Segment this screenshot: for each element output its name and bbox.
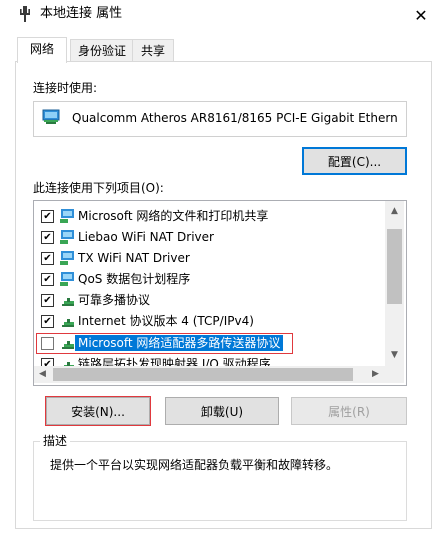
vertical-scrollbar[interactable]: ▲ ▼: [385, 201, 404, 366]
tab-network[interactable]: 网络: [17, 37, 67, 63]
items-listbox[interactable]: ✔ Microsoft 网络的文件和打印机共享 ✔ Liebao WiFi NA…: [33, 200, 407, 386]
install-highlight-outline: [45, 396, 151, 426]
tab-sharing[interactable]: 共享: [132, 39, 174, 62]
item-checkbox[interactable]: ✔: [41, 252, 54, 265]
network-client-icon: [60, 209, 74, 223]
connect-using-label: 连接时使用:: [33, 81, 98, 95]
network-client-icon: [60, 251, 74, 265]
horizontal-scroll-thumb[interactable]: [53, 368, 353, 381]
list-item-selected[interactable]: Microsoft 网络适配器多路传送器协议: [34, 333, 386, 354]
uninstall-button[interactable]: 卸载(U): [165, 397, 279, 425]
item-checkbox-unchecked[interactable]: [41, 337, 54, 350]
close-button[interactable]: ✕: [398, 0, 444, 30]
network-connection-icon: [20, 6, 30, 22]
vertical-scroll-thumb[interactable]: [387, 229, 402, 304]
items-label: 此连接使用下列项目(O):: [33, 181, 164, 195]
item-checkbox[interactable]: ✔: [41, 315, 54, 328]
description-group: [33, 441, 407, 521]
item-checkbox[interactable]: ✔: [41, 210, 54, 223]
scroll-right-icon[interactable]: ▶: [367, 366, 384, 383]
item-label: 可靠多播协议: [78, 293, 151, 307]
item-label: QoS 数据包计划程序: [78, 272, 191, 286]
protocol-icon: [62, 298, 74, 306]
item-checkbox[interactable]: ✔: [41, 294, 54, 307]
item-label: TX WiFi NAT Driver: [78, 251, 190, 265]
description-text: 提供一个平台以实现网络适配器负载平衡和故障转移。: [50, 458, 339, 472]
scroll-up-icon[interactable]: ▲: [386, 203, 403, 220]
list-item[interactable]: ✔ Microsoft 网络的文件和打印机共享: [34, 206, 386, 227]
properties-button[interactable]: 属性(R): [291, 397, 407, 425]
list-item[interactable]: ✔ 可靠多播协议: [34, 290, 386, 311]
item-checkbox[interactable]: ✔: [41, 231, 54, 244]
scroll-corner: [385, 366, 404, 383]
description-legend: 描述: [40, 433, 71, 449]
item-label: Liebao WiFi NAT Driver: [78, 230, 214, 244]
scroll-down-icon[interactable]: ▼: [386, 347, 403, 364]
network-client-icon: [60, 230, 74, 244]
window-title: 本地连接 属性: [40, 6, 123, 21]
scroll-left-icon[interactable]: ◀: [34, 366, 51, 383]
tab-authentication[interactable]: 身份验证: [70, 39, 134, 62]
list-item[interactable]: ✔ Liebao WiFi NAT Driver: [34, 227, 386, 248]
network-adapter-icon: [42, 109, 60, 124]
adapter-name: Qualcomm Atheros AR8161/8165 PCI-E Gigab…: [72, 111, 398, 125]
protocol-icon: [62, 341, 74, 349]
network-client-icon: [60, 272, 74, 286]
item-checkbox[interactable]: ✔: [41, 273, 54, 286]
list-item[interactable]: ✔ Internet 协议版本 4 (TCP/IPv4): [34, 311, 386, 332]
item-label: Internet 协议版本 4 (TCP/IPv4): [78, 314, 254, 328]
list-item[interactable]: ✔ QoS 数据包计划程序: [34, 269, 386, 290]
configure-button[interactable]: 配置(C)...: [302, 147, 407, 175]
list-item[interactable]: ✔ TX WiFi NAT Driver: [34, 248, 386, 269]
item-label: Microsoft 网络的文件和打印机共享: [78, 209, 269, 223]
close-icon: ✕: [414, 5, 428, 25]
item-label: Microsoft 网络适配器多路传送器协议: [75, 335, 284, 351]
protocol-icon: [62, 319, 74, 327]
horizontal-scrollbar[interactable]: ◀ ▶: [34, 366, 385, 383]
